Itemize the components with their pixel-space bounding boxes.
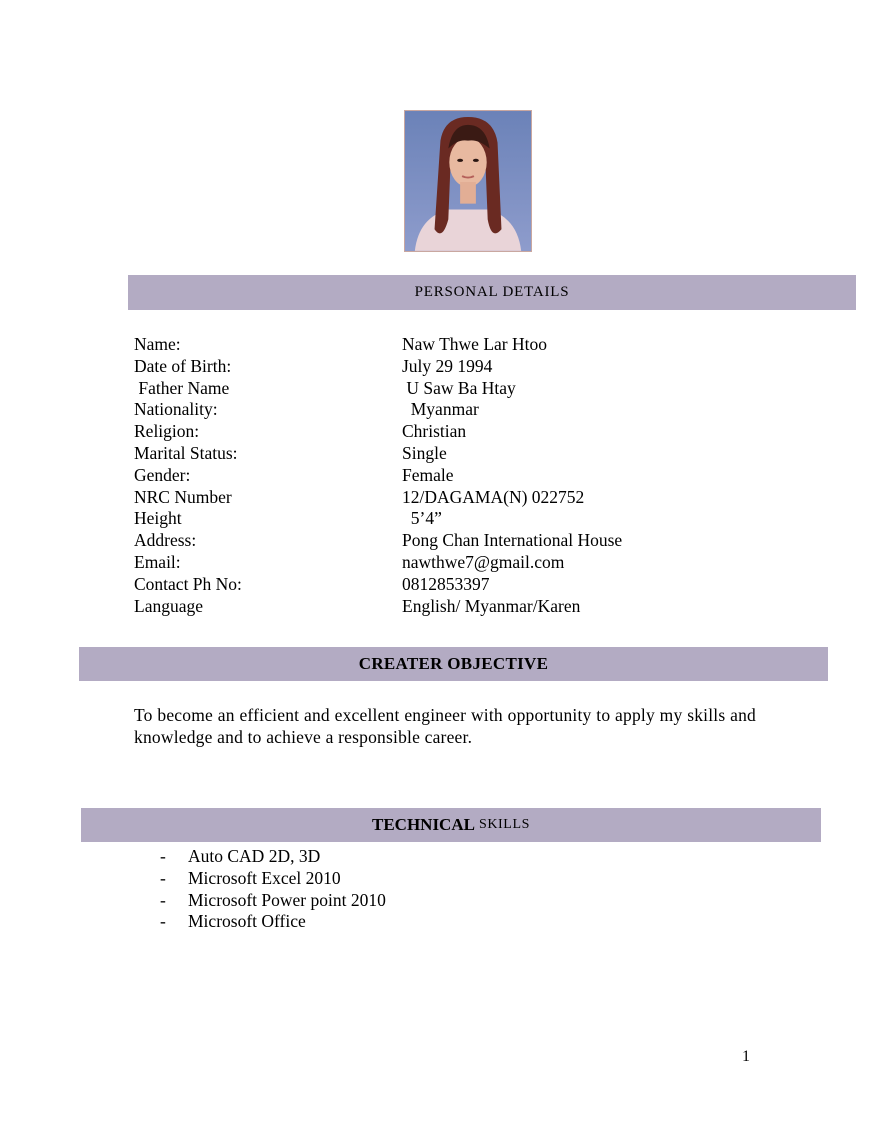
bullet-dash: - bbox=[160, 867, 166, 888]
bullet-dash: - bbox=[160, 911, 166, 932]
bullet-dash: - bbox=[160, 846, 166, 866]
detail-row: Gender: Female bbox=[134, 465, 754, 487]
detail-label: Father Name bbox=[134, 377, 230, 398]
detail-row: NRC Number 12/DAGAMA(N) 022752 bbox=[134, 487, 754, 509]
list-item: - Microsoft Power point 2010 bbox=[160, 890, 386, 912]
list-item: - Auto CAD 2D, 3D bbox=[160, 846, 386, 868]
detail-label: NRC Number bbox=[134, 486, 232, 507]
skill-text: Microsoft Power point 2010 bbox=[188, 889, 386, 910]
detail-label: Email: bbox=[134, 551, 181, 572]
detail-label: Name: bbox=[134, 334, 181, 354]
detail-row: Language English/ Myanmar/Karen bbox=[134, 596, 754, 618]
personal-details-list: Name: Naw Thwe Lar Htoo Date of Birth: July… bbox=[134, 334, 754, 617]
objective-heading-text: CREATER OBJECTIVE bbox=[358, 654, 549, 673]
detail-value: U Saw Ba Htay bbox=[402, 377, 516, 398]
technical-skills-heading: TECHNICAL SKILLS bbox=[81, 808, 821, 842]
detail-label: Gender: bbox=[134, 464, 191, 485]
detail-value: Single bbox=[402, 442, 447, 463]
detail-row: Height 5’4” bbox=[134, 508, 754, 530]
detail-row: Father Name U Saw Ba Htay bbox=[134, 378, 754, 400]
profile-photo bbox=[404, 110, 532, 252]
detail-label: Language bbox=[134, 595, 203, 616]
detail-row: Nationality: Myanmar bbox=[134, 399, 754, 421]
page-number: 1 bbox=[742, 1048, 750, 1065]
detail-value: Myanmar bbox=[402, 399, 479, 420]
skill-text: Microsoft Office bbox=[188, 911, 306, 932]
detail-value: 0812853397 bbox=[402, 573, 490, 594]
detail-label: Nationality: bbox=[134, 399, 218, 420]
detail-row: Email: nawthwe7@gmail.com bbox=[134, 552, 754, 574]
detail-row: Name: Naw Thwe Lar Htoo bbox=[134, 334, 754, 356]
technical-skills-list: - Auto CAD 2D, 3D - Microsoft Excel 2010 - Mi… bbox=[160, 846, 386, 933]
detail-row: Date of Birth: July 29 1994 bbox=[134, 356, 754, 378]
detail-label: Height bbox=[134, 508, 182, 529]
list-item: - Microsoft Excel 2010 bbox=[160, 868, 386, 890]
detail-value: Female bbox=[402, 464, 454, 485]
technical-skills-heading-bold: TECHNICAL bbox=[371, 815, 475, 834]
detail-row: Marital Status: Single bbox=[134, 443, 754, 465]
personal-details-heading: PERSONAL DETAILS bbox=[128, 275, 856, 310]
detail-value: Naw Thwe Lar Htoo bbox=[402, 334, 547, 354]
skill-text: Microsoft Excel 2010 bbox=[188, 867, 341, 888]
detail-value: nawthwe7@gmail.com bbox=[402, 551, 565, 572]
detail-label: Contact Ph No: bbox=[134, 573, 242, 594]
detail-value: English/ Myanmar/Karen bbox=[402, 595, 581, 616]
detail-value: 12/DAGAMA(N) 022752 bbox=[402, 486, 585, 507]
detail-value: July 29 1994 bbox=[402, 355, 493, 376]
detail-value: Christian bbox=[402, 421, 467, 442]
detail-label: Address: bbox=[134, 530, 197, 551]
bullet-dash: - bbox=[160, 889, 166, 910]
detail-row: Religion: Christian bbox=[134, 421, 754, 443]
skill-text: Auto CAD 2D, 3D bbox=[188, 846, 321, 866]
technical-skills-heading-small: SKILLS bbox=[478, 817, 531, 832]
detail-label: Marital Status: bbox=[134, 442, 238, 463]
detail-row: Contact Ph No: 0812853397 bbox=[134, 574, 754, 596]
detail-value: Pong Chan International House bbox=[402, 530, 623, 551]
detail-label: Date of Birth: bbox=[134, 355, 232, 376]
detail-row: Address: Pong Chan International House bbox=[134, 530, 754, 552]
detail-value: 5’4” bbox=[402, 508, 442, 529]
objective-heading: CREATER OBJECTIVE bbox=[79, 647, 828, 681]
personal-details-heading-text: PERSONAL DETAILS bbox=[414, 284, 570, 300]
list-item: - Microsoft Office bbox=[160, 911, 386, 933]
detail-label: Religion: bbox=[134, 421, 200, 442]
objective-text: To become an efficient and excellent eng… bbox=[134, 705, 756, 747]
